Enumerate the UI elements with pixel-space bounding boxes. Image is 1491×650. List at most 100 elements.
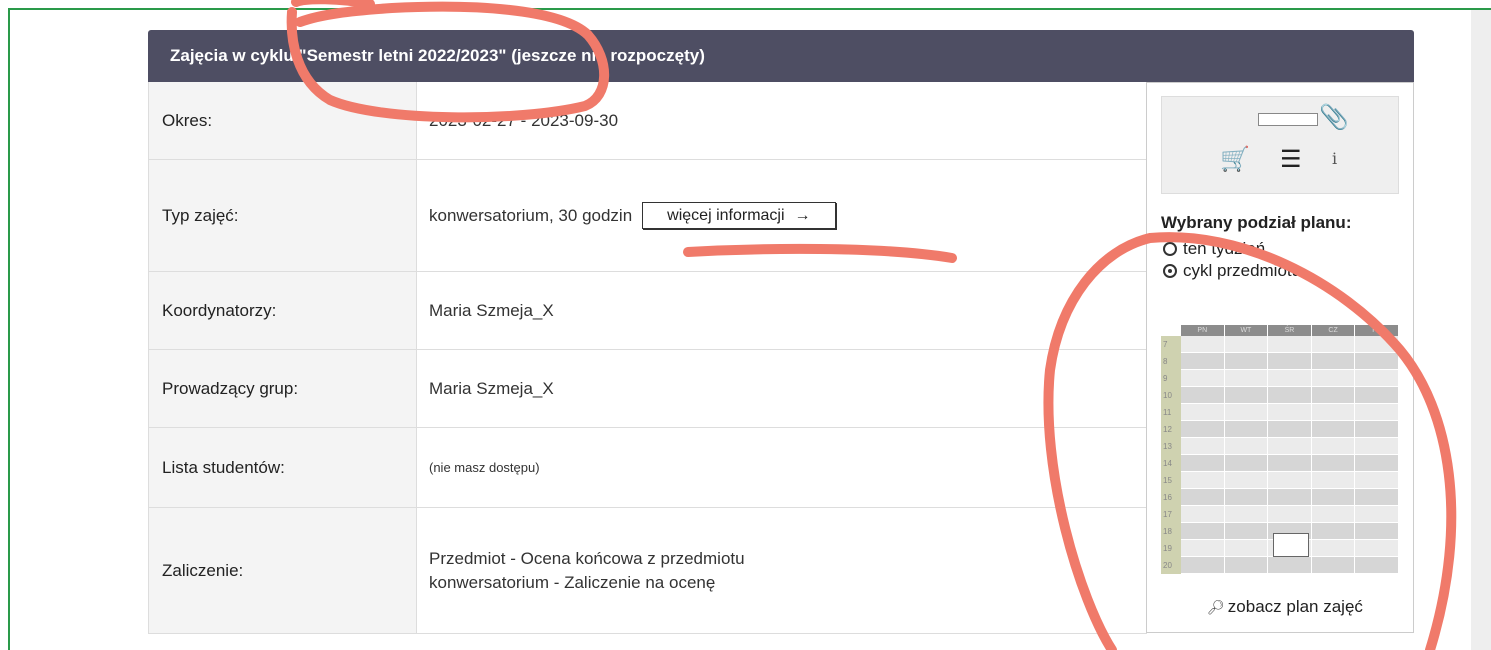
schedule-cell bbox=[1224, 370, 1269, 387]
option-label: cykl przedmiotu bbox=[1183, 261, 1302, 280]
hour-label: 11 bbox=[1161, 404, 1181, 421]
schedule-cell bbox=[1224, 336, 1269, 353]
empty-field-icon bbox=[1258, 113, 1318, 126]
schedule-cell bbox=[1224, 506, 1269, 523]
more-info-label: więcej informacji bbox=[667, 206, 785, 224]
schedule-cell bbox=[1268, 336, 1312, 353]
schedule-cell bbox=[1355, 336, 1399, 353]
assessment-line: Przedmiot - Ocena końcowa z przedmiotu bbox=[429, 548, 745, 568]
day-label: PN bbox=[1181, 325, 1225, 336]
schedule-cell bbox=[1268, 489, 1312, 506]
schedule-cell bbox=[1311, 455, 1356, 472]
schedule-cell bbox=[1311, 506, 1356, 523]
schedule-cell bbox=[1181, 370, 1225, 387]
row-class-type: Typ zajęć: konwersatorium, 30 godzin wię… bbox=[149, 160, 1147, 272]
group-leaders-value: Maria Szmeja_X bbox=[429, 378, 554, 398]
schedule-cell bbox=[1268, 387, 1312, 404]
schedule-cell bbox=[1355, 557, 1399, 574]
hour-row: 14 bbox=[1161, 455, 1399, 472]
schedule-cell bbox=[1181, 523, 1225, 540]
arrow-right-icon: → bbox=[794, 206, 811, 224]
hour-row: 13 bbox=[1161, 438, 1399, 455]
hour-row: 16 bbox=[1161, 489, 1399, 506]
list-icon[interactable]: ☰ bbox=[1280, 145, 1302, 174]
schedule-cell bbox=[1311, 336, 1356, 353]
hour-label: 15 bbox=[1161, 472, 1181, 489]
schedule-cell bbox=[1224, 455, 1269, 472]
schedule-cell bbox=[1311, 438, 1356, 455]
details-table: Okres: 2023-02-27 - 2023-09-30 Typ zajęć… bbox=[148, 82, 1147, 634]
schedule-cell bbox=[1355, 404, 1399, 421]
hour-row: 15 bbox=[1161, 472, 1399, 489]
class-type-value: konwersatorium, 30 godzin bbox=[429, 205, 633, 225]
schedule-cell bbox=[1311, 489, 1356, 506]
radio-selected-icon[interactable] bbox=[1163, 264, 1177, 278]
schedule-cell bbox=[1181, 557, 1225, 574]
schedule-cell bbox=[1355, 455, 1399, 472]
schedule-cell bbox=[1311, 370, 1356, 387]
schedule-cell bbox=[1355, 540, 1399, 557]
schedule-cell bbox=[1355, 387, 1399, 404]
hour-label: 12 bbox=[1161, 421, 1181, 438]
more-info-button[interactable]: więcej informacji → bbox=[642, 202, 836, 229]
student-list-cell: (nie masz dostępu) bbox=[417, 428, 1147, 507]
schedule-cell bbox=[1224, 540, 1269, 557]
schedule-cell bbox=[1224, 353, 1269, 370]
schedule-cell bbox=[1268, 472, 1312, 489]
schedule-cell bbox=[1355, 489, 1399, 506]
student-list-value: (nie masz dostępu) bbox=[429, 460, 540, 475]
schedule-cell bbox=[1224, 421, 1269, 438]
paperclip-icon[interactable]: 📎 bbox=[1319, 103, 1349, 132]
hour-row: 17 bbox=[1161, 506, 1399, 523]
schedule-cell bbox=[1181, 404, 1225, 421]
schedule-cell bbox=[1181, 353, 1225, 370]
plan-title: Wybrany podział planu: bbox=[1161, 213, 1352, 232]
schedule-cell bbox=[1355, 523, 1399, 540]
schedule-cell bbox=[1181, 421, 1225, 438]
row-period: Okres: 2023-02-27 - 2023-09-30 bbox=[149, 82, 1147, 160]
student-list-label: Lista studentów: bbox=[149, 428, 417, 507]
schedule-block[interactable] bbox=[1273, 533, 1309, 557]
schedule-cell bbox=[1224, 387, 1269, 404]
schedule-cell bbox=[1268, 353, 1312, 370]
hour-label: 8 bbox=[1161, 353, 1181, 370]
scroll-gutter bbox=[1471, 10, 1491, 650]
schedule-cell bbox=[1181, 387, 1225, 404]
cart-icon[interactable]: 🛒 bbox=[1220, 145, 1250, 174]
hour-row: 7 bbox=[1161, 336, 1399, 353]
hour-label: 20 bbox=[1161, 557, 1181, 574]
schedule-cell bbox=[1224, 472, 1269, 489]
day-label: CZ bbox=[1311, 325, 1356, 336]
hour-label: 10 bbox=[1161, 387, 1181, 404]
card-title: Zajęcia w cyklu "Semestr letni 2022/2023… bbox=[148, 30, 1414, 82]
hour-label: 7 bbox=[1161, 336, 1181, 353]
hour-label: 14 bbox=[1161, 455, 1181, 472]
schedule-cell bbox=[1355, 438, 1399, 455]
annotation-stroke bbox=[291, 0, 375, 9]
schedule-cell bbox=[1355, 472, 1399, 489]
coordinators-label: Koordynatorzy: bbox=[149, 272, 417, 349]
schedule-cell bbox=[1311, 387, 1356, 404]
schedule-cell bbox=[1268, 404, 1312, 421]
class-type-cell: konwersatorium, 30 godzin więcej informa… bbox=[417, 160, 1147, 271]
schedule-cell bbox=[1311, 421, 1356, 438]
schedule-cell bbox=[1181, 489, 1225, 506]
schedule-cell bbox=[1181, 540, 1225, 557]
hour-label: 18 bbox=[1161, 523, 1181, 540]
schedule-cell bbox=[1224, 489, 1269, 506]
hour-label: 16 bbox=[1161, 489, 1181, 506]
info-icon[interactable]: i bbox=[1332, 149, 1337, 168]
option-this-week[interactable]: ten tydzień bbox=[1163, 239, 1265, 259]
schedule-cell bbox=[1268, 506, 1312, 523]
schedule-cell bbox=[1311, 353, 1356, 370]
schedule-cell bbox=[1224, 404, 1269, 421]
radio-icon[interactable] bbox=[1163, 242, 1177, 256]
hour-row: 9 bbox=[1161, 370, 1399, 387]
schedule-cell bbox=[1181, 506, 1225, 523]
schedule-cell bbox=[1181, 472, 1225, 489]
row-coordinators: Koordynatorzy: Maria Szmeja_X bbox=[149, 272, 1147, 350]
mini-schedule[interactable]: PN WT ŚR CZ PT 7 8 9 10 11 12 13 14 15 16 17 18 19 20 bbox=[1161, 325, 1399, 574]
view-schedule-link[interactable]: 🔎︎ zobacz plan zajęć bbox=[1207, 597, 1363, 617]
option-course-cycle[interactable]: cykl przedmiotu bbox=[1163, 261, 1301, 281]
schedule-cell bbox=[1268, 557, 1312, 574]
